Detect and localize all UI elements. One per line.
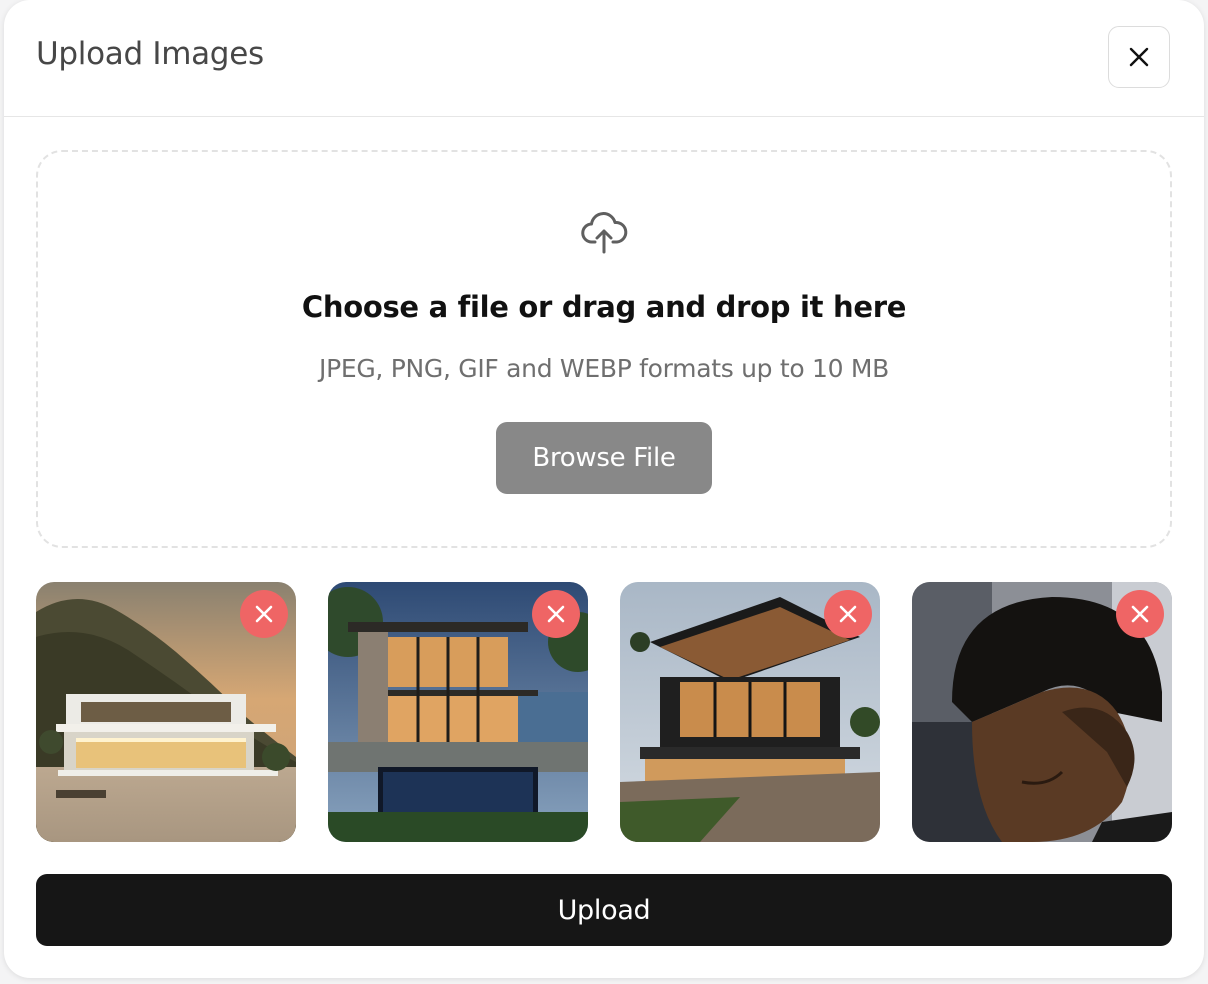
close-icon: [1129, 47, 1149, 67]
thumbnail-beach-house: [36, 582, 296, 842]
thumbnail-timber-house: [620, 582, 880, 842]
thumbnail-pool-villa: [328, 582, 588, 842]
dropzone-heading: Choose a file or drag and drop it here: [301, 290, 907, 324]
remove-icon: [255, 605, 273, 623]
browse-file-button[interactable]: Browse File: [496, 422, 712, 494]
modal-header: Upload Images: [4, 0, 1204, 117]
upload-button[interactable]: Upload: [36, 874, 1172, 946]
remove-image-button[interactable]: [1116, 590, 1164, 638]
close-button[interactable]: [1108, 26, 1170, 88]
remove-image-button[interactable]: [240, 590, 288, 638]
dropzone-format-hint: JPEG, PNG, GIF and WEBP formats up to 10…: [319, 354, 889, 383]
cloud-upload-icon: [581, 212, 628, 254]
remove-icon: [547, 605, 565, 623]
remove-image-button[interactable]: [532, 590, 580, 638]
remove-image-button[interactable]: [824, 590, 872, 638]
thumbnail-haircut-portrait: [912, 582, 1172, 842]
file-dropzone[interactable]: Choose a file or drag and drop it here J…: [36, 150, 1172, 548]
remove-icon: [1131, 605, 1149, 623]
modal-title: Upload Images: [36, 36, 264, 72]
remove-icon: [839, 605, 857, 623]
upload-images-modal: Upload Images Choose a file or drag and …: [4, 0, 1204, 978]
thumbnail-list: [36, 582, 1172, 842]
